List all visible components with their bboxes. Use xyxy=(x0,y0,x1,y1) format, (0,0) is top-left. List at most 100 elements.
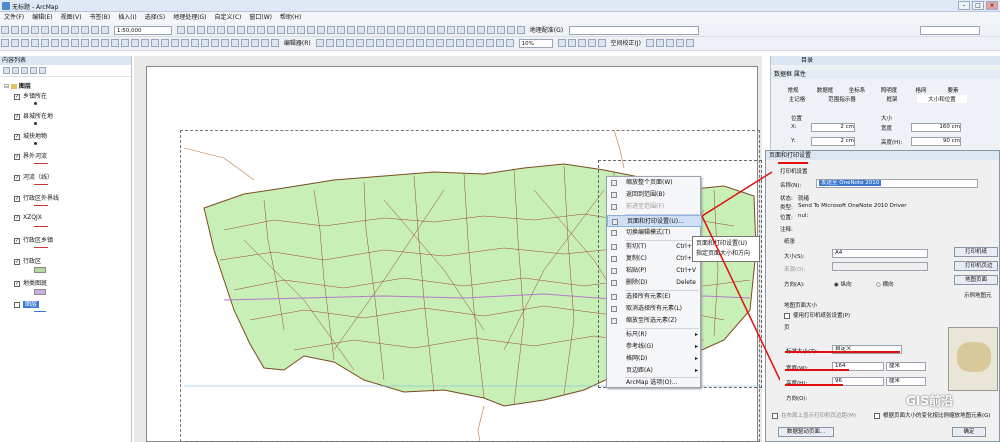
height-unit-select[interactable]: 厘米 xyxy=(886,377,926,386)
tool-icon[interactable] xyxy=(645,39,654,47)
tool-icon[interactable] xyxy=(221,39,229,47)
tool-icon[interactable] xyxy=(356,26,365,34)
tool-icon[interactable] xyxy=(505,39,514,47)
redo-icon[interactable] xyxy=(91,26,99,34)
data-driven-pages-button[interactable]: 数据驱动页面... xyxy=(778,427,834,437)
tool-icon[interactable] xyxy=(665,39,674,47)
tab-annotation-groups[interactable]: 主记格 xyxy=(777,95,817,103)
tool-icon[interactable] xyxy=(41,39,49,47)
toc-layer[interactable]: ✓ 河流（线） xyxy=(14,172,53,181)
menu-item-paste[interactable]: 粘贴(P) Ctrl+V xyxy=(607,265,702,277)
tool-icon[interactable] xyxy=(386,26,395,34)
printer-name-select[interactable]: 发送至 OneNote 2010 xyxy=(816,179,978,188)
height-input[interactable]: 90 cm xyxy=(911,137,961,146)
tool-icon[interactable] xyxy=(415,39,424,47)
tool-icon[interactable] xyxy=(466,26,475,34)
y-input[interactable]: 2 cm xyxy=(811,137,855,146)
tool-icon[interactable] xyxy=(435,39,444,47)
layer-checkbox[interactable]: ✓ xyxy=(14,153,20,160)
tool-icon[interactable] xyxy=(675,39,684,47)
tool-icon[interactable] xyxy=(51,39,59,47)
paste-icon[interactable] xyxy=(61,26,69,34)
tool-icon[interactable] xyxy=(91,39,99,47)
tool-icon[interactable] xyxy=(325,39,334,47)
tool-icon[interactable] xyxy=(476,26,485,34)
tab-size-and-position[interactable]: 大小和位置 xyxy=(917,95,967,103)
tab-coordinate-system[interactable]: 坐标系 xyxy=(841,86,873,94)
tool-icon[interactable] xyxy=(486,26,495,34)
tool-icon[interactable] xyxy=(121,39,129,47)
paper-size-select[interactable]: A4 xyxy=(832,249,928,258)
tab-features[interactable]: 要素 xyxy=(937,86,969,94)
menu-help[interactable]: 帮助(H) xyxy=(276,12,305,24)
list-by-selection-icon[interactable] xyxy=(30,67,37,74)
toc-layers-root[interactable]: ⊟ 图层 xyxy=(4,81,31,90)
menu-windows[interactable]: 窗口(W) xyxy=(245,12,276,24)
menu-geoprocessing[interactable]: 地理处理(G) xyxy=(169,12,210,24)
menu-item-back-extent[interactable]: 返回到范围(B) xyxy=(607,189,702,201)
tool-icon[interactable] xyxy=(436,26,445,34)
menu-edit[interactable]: 编辑(E) xyxy=(28,12,56,24)
tool-icon[interactable] xyxy=(231,39,239,47)
tool-icon[interactable] xyxy=(385,39,394,47)
tool-icon[interactable] xyxy=(465,39,474,47)
tool-icon[interactable] xyxy=(211,39,219,47)
editor-menu[interactable]: 编辑器(R) xyxy=(284,39,311,48)
tool-icon[interactable] xyxy=(1,39,9,47)
toc-layer[interactable]: ✓ 行政区乡镇 xyxy=(14,235,53,244)
toc-icon[interactable] xyxy=(186,26,195,34)
georef-layer-combo[interactable] xyxy=(569,26,700,35)
tool-icon[interactable] xyxy=(271,39,279,47)
tool-icon[interactable] xyxy=(655,39,664,47)
tool-icon[interactable] xyxy=(405,39,414,47)
tool-icon[interactable] xyxy=(81,39,89,47)
tab-grids[interactable]: 格网 xyxy=(905,86,937,94)
search-box[interactable] xyxy=(920,26,980,35)
menu-item-guides[interactable]: 参考线(G) ▸ xyxy=(607,341,702,353)
tool-icon[interactable] xyxy=(456,26,465,34)
menu-item-delete[interactable]: 删除(D) Delete xyxy=(607,277,702,289)
cut-icon[interactable] xyxy=(41,26,49,34)
tool-icon[interactable] xyxy=(496,26,505,34)
tool-icon[interactable] xyxy=(171,39,179,47)
toc-layer[interactable]: ✓ 县城所在地 xyxy=(14,111,53,120)
tool-icon[interactable] xyxy=(587,39,596,47)
new-icon[interactable] xyxy=(1,26,9,34)
tool-icon[interactable] xyxy=(685,39,694,47)
tool-icon[interactable] xyxy=(366,26,375,34)
tool-icon[interactable] xyxy=(557,39,566,47)
layer-checkbox[interactable]: ✓ xyxy=(14,93,20,100)
width-unit-select[interactable]: 厘米 xyxy=(886,362,926,371)
menu-item-unselect-all[interactable]: 取消选择所有元素(L) xyxy=(607,303,702,315)
layer-checkbox[interactable]: ✓ xyxy=(14,258,20,265)
zoom-percent-combo[interactable]: 10% xyxy=(518,39,553,48)
tab-general[interactable]: 常规 xyxy=(777,86,809,94)
maximize-button[interactable]: □ xyxy=(972,1,984,10)
tool-icon[interactable] xyxy=(71,39,79,47)
tool-icon[interactable] xyxy=(446,26,455,34)
copy-icon[interactable] xyxy=(51,26,59,34)
layer-checkbox[interactable]: ✓ xyxy=(14,133,20,140)
map-page-button[interactable]: 地图页面 xyxy=(954,275,998,285)
tool-icon[interactable] xyxy=(355,39,364,47)
layer-checkbox[interactable]: ✓ xyxy=(14,237,20,244)
width-input[interactable]: 160 cm xyxy=(911,123,961,132)
tool-icon[interactable] xyxy=(567,39,576,47)
tool-icon[interactable] xyxy=(406,26,415,34)
menu-item-forward-extent[interactable]: 前进至范围(F) xyxy=(607,201,702,213)
toc-layer[interactable]: ✓ 乡镇所在 xyxy=(14,91,47,100)
tool-icon[interactable] xyxy=(131,39,139,47)
tool-icon[interactable] xyxy=(455,39,464,47)
arctoolbox-icon[interactable] xyxy=(216,26,225,34)
delete-icon[interactable] xyxy=(71,26,79,34)
menu-item-toggle-edit-mode[interactable]: 切换编辑模式(T) xyxy=(607,227,702,239)
layer-checkbox[interactable] xyxy=(14,301,20,308)
tool-icon[interactable] xyxy=(11,39,19,47)
tool-icon[interactable] xyxy=(345,39,354,47)
tool-icon[interactable] xyxy=(376,26,385,34)
paper-source-select[interactable] xyxy=(832,262,928,271)
open-icon[interactable] xyxy=(11,26,19,34)
tool-icon[interactable] xyxy=(256,26,265,34)
tool-icon[interactable] xyxy=(396,26,405,34)
menu-item-cut[interactable]: 剪切(T) Ctrl+X xyxy=(607,241,702,253)
